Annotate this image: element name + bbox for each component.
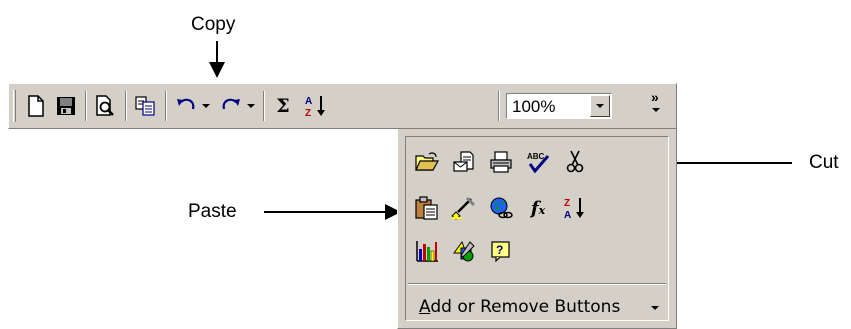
svg-text:ABC: ABC xyxy=(527,152,545,161)
format-painter-button[interactable] xyxy=(449,193,479,223)
toolbar-options-button[interactable]: » xyxy=(651,89,660,112)
print-button[interactable] xyxy=(486,147,516,177)
sort-ascending-icon: A Z xyxy=(305,96,325,118)
copy-icon xyxy=(135,96,155,116)
insert-function-button[interactable]: fx xyxy=(523,193,553,223)
toolbar-grip[interactable] xyxy=(13,90,16,122)
autosum-button[interactable]: Σ xyxy=(269,91,297,121)
paste-callout-line xyxy=(264,211,386,213)
cut-callout-label: Cut xyxy=(809,152,839,173)
undo-icon xyxy=(177,98,195,110)
chevron-down-icon xyxy=(596,104,604,108)
insert-function-icon: fx xyxy=(531,198,545,219)
copy-callout-label: Copy xyxy=(191,14,236,35)
paste-icon xyxy=(415,196,438,220)
fx-sub: x xyxy=(538,203,546,217)
spelling-icon: ABC xyxy=(527,152,550,174)
redo-button[interactable] xyxy=(217,91,245,121)
more-buttons-panel: ABC fx Z A ? Add or Remove Buttons xyxy=(397,129,677,329)
svg-text:A: A xyxy=(564,210,571,220)
copy-button[interactable] xyxy=(131,91,159,121)
cut-icon xyxy=(566,150,584,173)
save-icon xyxy=(57,97,75,115)
format-painter-icon xyxy=(451,196,476,220)
open-icon xyxy=(415,152,439,171)
svg-text:Z: Z xyxy=(564,198,570,209)
redo-icon xyxy=(222,98,240,110)
chevron-down-icon xyxy=(651,306,659,310)
chart-wizard-icon xyxy=(416,241,438,262)
cut-callout-line xyxy=(670,162,792,164)
undo-button[interactable] xyxy=(172,91,200,121)
print-preview-icon xyxy=(96,95,114,116)
autosum-icon: Σ xyxy=(276,95,290,117)
zoom-combobox[interactable]: 100% xyxy=(506,93,612,119)
chart-wizard-button[interactable] xyxy=(412,236,442,266)
paste-button[interactable] xyxy=(412,193,442,223)
help-button[interactable]: ? xyxy=(486,236,516,266)
drawing-button[interactable] xyxy=(449,236,479,266)
print-preview-button[interactable] xyxy=(91,91,119,121)
add-remove-mnemonic: A xyxy=(419,297,431,317)
sort-descending-icon: Z A xyxy=(564,198,584,220)
toolbar-separator xyxy=(85,91,87,121)
save-button[interactable] xyxy=(52,91,80,121)
print-icon xyxy=(490,151,512,173)
toolbar-separator xyxy=(165,91,167,121)
toolbar-separator xyxy=(263,91,265,121)
open-button[interactable] xyxy=(412,147,442,177)
add-remove-label: dd or Remove Buttons xyxy=(430,297,621,317)
new-icon xyxy=(28,95,44,117)
toolbar-separator xyxy=(125,91,127,121)
svg-text:Z: Z xyxy=(305,108,311,118)
sort-descending-button[interactable]: Z A xyxy=(560,193,590,223)
standard-toolbar: Σ A Z 100% » xyxy=(8,83,677,129)
svg-text:A: A xyxy=(305,96,312,107)
paste-callout-label: Paste xyxy=(188,201,237,222)
mail-recipient-button[interactable] xyxy=(449,147,479,177)
insert-hyperlink-button[interactable] xyxy=(486,193,516,223)
toolbar-options-arrow-icon xyxy=(652,108,660,112)
zoom-dropdown-button[interactable] xyxy=(590,95,610,117)
spelling-button[interactable]: ABC xyxy=(523,147,553,177)
zoom-value[interactable]: 100% xyxy=(512,97,555,117)
mail-recipient-icon xyxy=(453,151,474,172)
insert-hyperlink-icon xyxy=(490,197,513,219)
svg-text:?: ? xyxy=(496,243,503,257)
panel-separator xyxy=(408,283,666,285)
sort-ascending-button[interactable]: A Z xyxy=(302,91,330,121)
copy-callout-arrow xyxy=(209,62,225,78)
chevron-double-right-icon: » xyxy=(651,89,659,105)
fx-glyph: f xyxy=(530,197,539,219)
redo-dropdown-arrow[interactable] xyxy=(247,104,255,108)
new-button[interactable] xyxy=(22,91,50,121)
add-or-remove-buttons-menu[interactable]: Add or Remove Buttons xyxy=(419,297,620,317)
copy-callout-line xyxy=(216,41,218,63)
undo-dropdown-arrow[interactable] xyxy=(202,104,210,108)
cut-button[interactable] xyxy=(560,147,590,177)
drawing-icon xyxy=(453,240,475,262)
help-icon: ? xyxy=(491,241,510,262)
toolbar-separator xyxy=(498,91,500,121)
